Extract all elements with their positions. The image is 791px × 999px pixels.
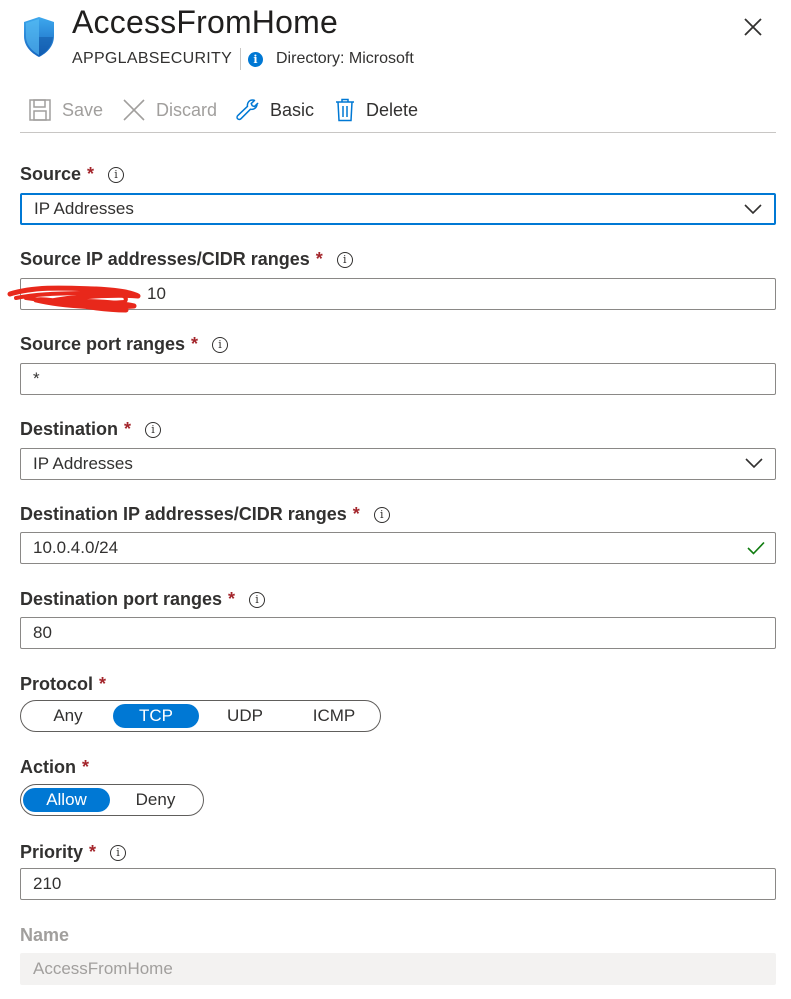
command-bar: Save Discard Basic Delete (20, 90, 776, 130)
source-port-input[interactable]: * (20, 363, 776, 395)
directory-info-icon: i (248, 52, 263, 67)
required-asterisk: * (82, 757, 90, 777)
shield-icon (24, 17, 54, 57)
action-option-deny[interactable]: Deny (110, 788, 201, 812)
priority-label: Priority * i (20, 842, 127, 863)
destination-port-label-text: Destination port ranges (20, 589, 223, 609)
name-input: AccessFromHome (20, 953, 776, 985)
action-label-text: Action (20, 757, 76, 777)
protocol-label: Protocol * (20, 674, 106, 695)
source-port-label: Source port ranges * i (20, 334, 229, 355)
info-icon[interactable]: i (336, 251, 353, 268)
info-icon[interactable]: i (249, 591, 266, 608)
required-asterisk: * (87, 164, 95, 184)
required-asterisk: * (99, 674, 107, 694)
source-port-value: * (33, 369, 40, 388)
destination-dropdown[interactable]: IP Addresses (20, 448, 776, 480)
info-icon[interactable]: i (145, 421, 162, 438)
toolbar-divider (20, 132, 776, 133)
save-button[interactable]: Save (28, 96, 103, 124)
directory-label: Directory: Microsoft (276, 50, 414, 67)
action-option-allow[interactable]: Allow (23, 788, 111, 812)
chevron-down-icon (745, 458, 763, 469)
protocol-option-icmp[interactable]: ICMP (291, 704, 377, 728)
required-asterisk: * (124, 419, 132, 439)
save-icon (29, 99, 51, 121)
wrench-icon (236, 99, 259, 121)
trash-icon (336, 98, 354, 122)
discard-label: Discard (156, 99, 218, 120)
info-icon[interactable]: i (212, 336, 229, 353)
action-label: Action * (20, 757, 89, 778)
required-asterisk: * (352, 504, 360, 524)
checkmark-icon (747, 541, 765, 555)
destination-port-value: 80 (33, 623, 52, 642)
required-asterisk: * (89, 842, 97, 862)
destination-ip-value: 10.0.4.0/24 (33, 538, 119, 557)
protocol-option-any[interactable]: Any (23, 704, 113, 728)
destination-value: IP Addresses (33, 454, 133, 473)
destination-ip-label-text: Destination IP addresses/CIDR ranges (20, 504, 347, 524)
discard-button[interactable]: Discard (122, 96, 217, 124)
source-ip-input[interactable]: 10 (20, 278, 776, 310)
discard-icon (123, 99, 145, 121)
priority-value: 210 (33, 874, 62, 893)
protocol-toggle: Any TCP UDP ICMP (20, 700, 381, 732)
delete-button[interactable]: Delete (334, 96, 418, 124)
required-asterisk: * (315, 249, 323, 269)
priority-input[interactable]: 210 (20, 868, 776, 900)
action-toggle: Allow Deny (20, 784, 204, 816)
info-icon[interactable]: i (108, 166, 125, 183)
source-value: IP Addresses (34, 199, 134, 218)
source-label-text: Source (20, 164, 82, 184)
source-ip-value: 10 (147, 284, 166, 303)
destination-port-input[interactable]: 80 (20, 617, 776, 649)
close-icon[interactable] (740, 14, 766, 40)
destination-label-text: Destination (20, 419, 119, 439)
info-icon[interactable]: i (373, 506, 390, 523)
required-asterisk: * (191, 334, 199, 354)
priority-label-text: Priority (20, 842, 84, 862)
protocol-label-text: Protocol (20, 674, 94, 694)
page-title: AccessFromHome (72, 4, 338, 40)
delete-label: Delete (366, 99, 419, 120)
name-label: Name (20, 925, 69, 946)
protocol-option-udp[interactable]: UDP (199, 704, 291, 728)
chevron-down-icon (744, 204, 762, 215)
blade-header: AccessFromHome APPGLABSECURITY i Directo… (0, 0, 791, 80)
destination-label: Destination * i (20, 419, 162, 440)
destination-ip-input[interactable]: 10.0.4.0/24 (20, 532, 776, 564)
source-port-label-text: Source port ranges (20, 334, 186, 354)
source-label: Source * i (20, 164, 125, 185)
save-label: Save (62, 99, 104, 120)
name-label-text: Name (20, 925, 70, 945)
info-icon[interactable]: i (110, 844, 127, 861)
resource-group-label: APPGLABSECURITY (72, 50, 233, 67)
protocol-option-tcp[interactable]: TCP (113, 704, 199, 728)
source-ip-label: Source IP addresses/CIDR ranges * i (20, 249, 353, 270)
basic-button[interactable]: Basic (236, 96, 314, 124)
basic-label: Basic (270, 99, 315, 120)
subtitle-divider (240, 48, 241, 70)
source-ip-label-text: Source IP addresses/CIDR ranges (20, 249, 310, 269)
destination-ip-label: Destination IP addresses/CIDR ranges * i (20, 504, 390, 525)
required-asterisk: * (228, 589, 236, 609)
source-dropdown[interactable]: IP Addresses (20, 193, 776, 225)
destination-port-label: Destination port ranges * i (20, 589, 266, 610)
name-value: AccessFromHome (33, 959, 173, 978)
